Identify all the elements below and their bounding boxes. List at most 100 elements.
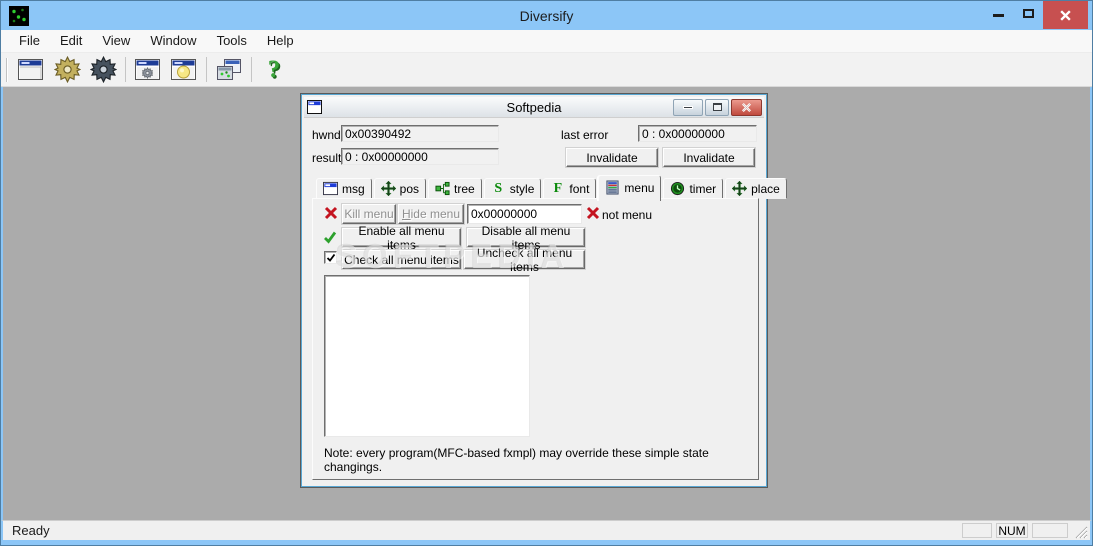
menu-window[interactable]: Window	[140, 30, 206, 52]
tab-label: tree	[454, 181, 475, 196]
hide-menu-rest: ide menu	[410, 207, 461, 221]
menu-help[interactable]: Help	[257, 30, 304, 52]
menu-items-listbox[interactable]	[324, 275, 530, 437]
child-window: Softpedia hwnd last error result Invalid…	[300, 93, 787, 488]
status-pane-empty-2	[1032, 523, 1068, 538]
menu-view[interactable]: View	[92, 30, 140, 52]
tab-strip: msg pos tree S style F font menu timer p…	[316, 173, 789, 201]
result-field[interactable]	[341, 148, 499, 165]
gold-gear-icon	[53, 56, 81, 83]
child-minimize-icon	[683, 105, 693, 109]
tab-label: place	[751, 181, 780, 196]
resize-grip[interactable]	[1072, 523, 1088, 539]
pos-tab-icon	[380, 181, 396, 196]
tab-pos[interactable]: pos	[373, 178, 427, 199]
new-window-icon	[18, 58, 43, 80]
menu-handle-input[interactable]	[467, 204, 582, 224]
status-pane-num: NUM	[996, 523, 1028, 538]
main-window: Diversify File Edit View Window Tools He…	[0, 0, 1093, 546]
toolbar-separator	[251, 57, 252, 82]
window-bulb-button[interactable]	[166, 55, 202, 85]
mdi-client-area: Softpedia hwnd last error result Invalid…	[1, 87, 1092, 520]
checkbox-check-icon	[326, 253, 335, 262]
style-tab-icon: S	[494, 181, 503, 196]
check-all-button[interactable]: Check all menu items	[342, 250, 461, 269]
tab-label: timer	[689, 181, 717, 196]
tab-label: font	[569, 181, 590, 196]
last-error-field[interactable]	[638, 125, 757, 142]
tab-font[interactable]: F font	[543, 178, 597, 199]
status-pane-empty-1	[962, 523, 992, 538]
help-button[interactable]: ?	[256, 55, 292, 85]
not-menu-x-icon	[586, 206, 600, 220]
minimize-icon	[992, 13, 1004, 17]
tab-timer[interactable]: timer	[663, 178, 724, 199]
minimize-button[interactable]	[983, 1, 1013, 23]
place-tab-icon	[732, 181, 748, 196]
tab-label: pos	[399, 181, 420, 196]
child-maximize-icon	[712, 103, 722, 111]
hwnd-field[interactable]	[341, 125, 499, 142]
cascade-windows-icon	[217, 58, 241, 80]
font-tab-icon: F	[553, 181, 563, 196]
dark-gear-button[interactable]	[85, 55, 121, 85]
close-button[interactable]	[1043, 1, 1088, 29]
tab-label: msg	[342, 181, 365, 196]
msg-tab-icon	[323, 181, 338, 196]
cascade-windows-button[interactable]	[211, 55, 247, 85]
status-bar: Ready NUM	[1, 520, 1092, 540]
tab-place[interactable]: place	[725, 178, 787, 199]
menu-tab-panel: SOFTPEDIA Kill menu Hide menu not menu E…	[312, 198, 759, 480]
child-close-button[interactable]	[731, 98, 762, 116]
timer-tab-icon	[671, 181, 685, 196]
new-window-button[interactable]	[13, 55, 49, 85]
maximize-button[interactable]	[1013, 1, 1043, 23]
disable-all-button[interactable]: Disable all menu items	[467, 224, 585, 252]
child-window-icon	[307, 100, 322, 114]
status-ready: Ready	[12, 523, 50, 538]
result-label: result	[312, 151, 342, 165]
menu-bar: File Edit View Window Tools Help	[1, 30, 1092, 53]
close-icon	[1060, 9, 1071, 21]
toolbar-separator	[125, 57, 126, 82]
tab-menu[interactable]: menu	[598, 175, 662, 201]
uncheck-all-button[interactable]: Uncheck all menu items	[464, 246, 585, 274]
not-menu-label: not menu	[602, 208, 653, 222]
child-titlebar[interactable]: Softpedia	[304, 97, 764, 118]
menu-tab-icon	[606, 180, 620, 195]
gold-gear-button[interactable]	[49, 55, 85, 85]
tab-tree[interactable]: tree	[428, 178, 482, 199]
hwnd-label: hwnd	[312, 128, 341, 142]
kill-menu-x-icon	[324, 206, 338, 220]
maximize-icon	[1022, 9, 1034, 18]
toolbar-grip[interactable]	[6, 57, 8, 82]
tab-label: style	[509, 181, 535, 196]
note-text: Note: every program(MFC-based fxmpl) may…	[324, 446, 709, 474]
tree-tab-icon	[435, 181, 450, 196]
window-gear-icon	[135, 58, 160, 80]
child-minimize-button[interactable]	[673, 98, 703, 116]
child-maximize-button[interactable]	[705, 98, 729, 116]
hide-menu-button[interactable]: Hide menu	[398, 204, 464, 224]
last-error-label: last error	[561, 128, 609, 142]
window-bottom-border	[1, 540, 1092, 545]
kill-menu-button[interactable]: Kill menu	[342, 204, 396, 224]
window-gear-button[interactable]	[130, 55, 166, 85]
check-all-checkbox[interactable]	[324, 251, 337, 264]
help-icon: ?	[267, 55, 281, 83]
tab-style[interactable]: S style	[483, 178, 542, 199]
menu-file[interactable]: File	[9, 30, 50, 52]
child-close-icon	[741, 102, 752, 112]
menu-tools[interactable]: Tools	[207, 30, 257, 52]
hide-menu-accel: H	[401, 207, 411, 221]
toolbar-separator	[206, 57, 207, 82]
tab-label: menu	[624, 180, 655, 195]
app-icon[interactable]	[9, 5, 29, 26]
menu-edit[interactable]: Edit	[50, 30, 92, 52]
main-titlebar[interactable]: Diversify	[1, 1, 1092, 30]
child-content: hwnd last error result Invalidate Invali…	[304, 118, 787, 484]
enable-all-button[interactable]: Enable all menu items	[342, 224, 461, 252]
tab-msg[interactable]: msg	[316, 178, 372, 199]
invalidate-button-1[interactable]: Invalidate	[566, 148, 658, 167]
invalidate-button-2[interactable]: Invalidate	[663, 148, 755, 167]
